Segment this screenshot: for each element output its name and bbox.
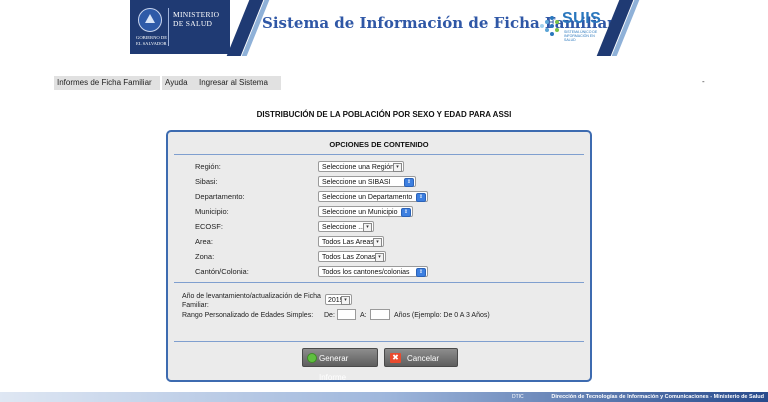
dtic-logo: DTIC — [512, 394, 524, 400]
government-name: GOBIERNO DE EL SALVADOR — [136, 35, 168, 46]
departamento-select[interactable]: Seleccione un Departamento ⇕ — [318, 191, 428, 202]
dots-icon — [538, 14, 564, 40]
age-from-input[interactable] — [337, 309, 356, 320]
range-to-label: A: — [360, 312, 367, 319]
region-select[interactable]: Seleccione una Región ▾ — [318, 161, 404, 172]
ministry-name: MINISTERIO DE SALUD — [173, 10, 220, 28]
age-range-label: Rango Personalizado de Edades Simples: — [182, 312, 314, 319]
sibasi-label: Sibasi: — [195, 177, 218, 186]
generate-report-button[interactable]: Generar Informe — [302, 348, 378, 382]
suis-logo: SUIS SISTEMA ÚNICO DE INFORMACIÓN EN SAL… — [538, 10, 608, 46]
chevron-updown-icon: ⇕ — [404, 178, 414, 187]
range-from-label: De: — [324, 312, 335, 319]
departamento-label: Departamento: — [195, 192, 245, 201]
divider — [174, 154, 584, 155]
site-header: MINISTERIO DE SALUD GOBIERNO DE EL SALVA… — [0, 0, 768, 56]
footer: DTIC Dirección de Tecnologías de Informa… — [0, 392, 768, 402]
year-label: Año de levantamiento/actualización de Fi… — [182, 293, 321, 309]
ecosf-select[interactable]: Seleccione ... ▾ — [318, 221, 374, 232]
ecosf-label: ECOSF: — [195, 222, 223, 231]
canton-label: Cantón/Colonia: — [195, 267, 249, 276]
menu-item-ayuda[interactable]: Ayuda — [162, 76, 197, 90]
area-label: Area: — [195, 237, 213, 246]
zona-label: Zona: — [195, 252, 215, 261]
page-title: DISTRIBUCIÓN DE LA POBLACIÓN POR SEXO Y … — [256, 110, 512, 119]
menu-extra: - — [702, 77, 705, 86]
age-to-input[interactable] — [370, 309, 390, 320]
coat-of-arms-icon — [138, 8, 162, 32]
cancel-icon: ✖ — [390, 353, 401, 363]
canton-select[interactable]: Todos los cantones/colonias ⇕ — [318, 266, 428, 277]
divider — [174, 341, 584, 342]
sibasi-select[interactable]: Seleccione un SIBASI ⇕ — [318, 176, 416, 187]
chevron-down-icon: ▾ — [375, 253, 384, 262]
municipio-select[interactable]: Seleccione un Municipio ⇕ — [318, 206, 413, 217]
chevron-updown-icon: ⇕ — [416, 193, 426, 202]
divider — [174, 282, 584, 283]
range-example-text: Años (Ejemplo: De 0 A 3 Años) — [394, 312, 490, 319]
cancel-button[interactable]: ✖ Cancelar — [384, 348, 458, 367]
generate-icon — [307, 353, 317, 363]
chevron-down-icon: ▾ — [363, 223, 372, 232]
panel-title: OPCIONES DE CONTENIDO — [329, 140, 429, 149]
municipio-label: Municipio: — [195, 207, 229, 216]
area-select[interactable]: Todos Las Areas ▾ — [318, 236, 384, 247]
region-label: Región: — [195, 162, 221, 171]
ministry-logo[interactable]: MINISTERIO DE SALUD GOBIERNO DE EL SALVA… — [130, 0, 230, 54]
content-options-panel: OPCIONES DE CONTENIDO Región: Seleccione… — [166, 130, 592, 382]
menu-item-ingresar[interactable]: Ingresar al Sistema — [196, 76, 281, 90]
zona-select[interactable]: Todos Las Zonas ▾ — [318, 251, 386, 262]
chevron-down-icon: ▾ — [373, 238, 382, 247]
menu-item-informes[interactable]: Informes de Ficha Familiar — [54, 76, 160, 90]
chevron-updown-icon: ⇕ — [401, 208, 411, 217]
chevron-down-icon: ▾ — [341, 296, 350, 305]
footer-text: Dirección de Tecnologías de Información … — [551, 394, 764, 400]
chevron-down-icon: ▾ — [393, 163, 402, 172]
year-select[interactable]: 2019 ▾ — [325, 294, 352, 305]
chevron-updown-icon: ⇕ — [416, 268, 426, 277]
